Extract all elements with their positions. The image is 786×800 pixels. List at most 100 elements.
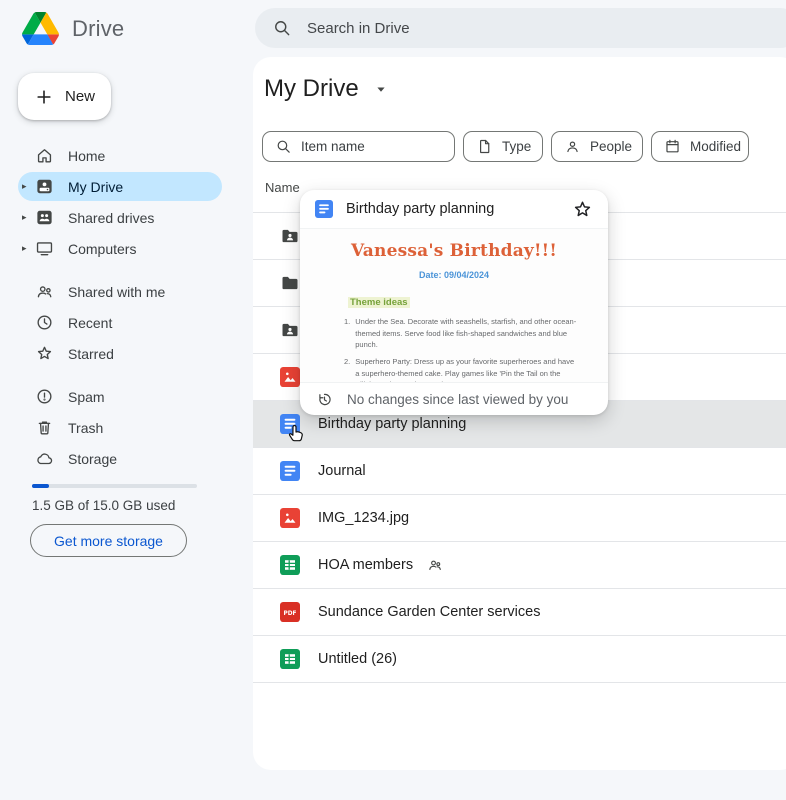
google-drive-app: Drive Search in Drive New Home▸My Drive▸… bbox=[0, 0, 786, 800]
file-name: Untitled (26) bbox=[318, 651, 397, 667]
sidebar-item-computers[interactable]: ▸ Computers bbox=[18, 234, 222, 263]
sidebar-item-label: Starred bbox=[68, 346, 114, 362]
document-thumbnail: Vanessa's Birthday!!! Date: 09/04/2024 T… bbox=[300, 228, 608, 383]
home-icon bbox=[35, 146, 54, 165]
doc-list-item: 2.Superhero Party: Dress up as your favo… bbox=[344, 356, 580, 383]
doc-list-number: 1. bbox=[344, 316, 350, 351]
sidebar-item-my-drive[interactable]: ▸ My Drive bbox=[18, 172, 222, 201]
folder-icon bbox=[280, 273, 300, 293]
sidebar-item-label: Storage bbox=[68, 451, 117, 467]
file-row-untitled-26-[interactable]: Untitled (26) bbox=[253, 636, 786, 683]
sidebar-item-label: Home bbox=[68, 148, 105, 164]
storage-icon bbox=[35, 449, 54, 468]
sidebar-item-label: Shared with me bbox=[68, 284, 165, 300]
sidebar-item-storage[interactable]: Storage bbox=[18, 444, 222, 473]
file-icon bbox=[476, 138, 493, 155]
filter-chips: Item name Type People Modified bbox=[262, 131, 749, 162]
sidebar-item-shared-with-me[interactable]: Shared with me bbox=[18, 277, 222, 306]
file-row-img-1234-jpg[interactable]: IMG_1234.jpg bbox=[253, 495, 786, 542]
svg-text:PDF: PDF bbox=[283, 611, 296, 617]
shared-people-icon bbox=[427, 557, 443, 573]
sidebar-item-label: Computers bbox=[68, 241, 136, 257]
search-icon bbox=[275, 138, 292, 155]
filter-chip-modified[interactable]: Modified bbox=[651, 131, 749, 162]
my-drive-title-dropdown[interactable]: My Drive bbox=[264, 75, 390, 103]
trash-icon bbox=[35, 418, 54, 437]
storage-progress-bar bbox=[32, 484, 197, 488]
get-more-storage-button[interactable]: Get more storage bbox=[30, 524, 187, 557]
sidebar-item-label: Recent bbox=[68, 315, 112, 331]
app-name: Drive bbox=[72, 16, 124, 42]
doc-section-wrap: Theme ideas bbox=[348, 292, 608, 310]
doc-icon bbox=[280, 461, 300, 481]
person-icon bbox=[564, 138, 581, 155]
sidebar-item-label: Spam bbox=[68, 389, 105, 405]
my-drive-icon bbox=[35, 177, 54, 196]
sidebar-item-home[interactable]: Home bbox=[18, 141, 222, 170]
storage-progress-fill bbox=[32, 484, 49, 488]
file-name: Birthday party planning bbox=[318, 416, 466, 432]
history-icon bbox=[316, 391, 333, 408]
expand-arrow-icon[interactable]: ▸ bbox=[22, 243, 35, 254]
shared-drives-icon bbox=[35, 208, 54, 227]
preview-status-text: No changes since last viewed by you bbox=[347, 392, 568, 407]
sheet-icon bbox=[280, 649, 300, 669]
shared-folder-icon bbox=[280, 226, 300, 246]
filter-chip-label: Type bbox=[502, 139, 531, 154]
shared-with-me-icon bbox=[35, 282, 54, 301]
calendar-icon bbox=[664, 138, 681, 155]
file-row-journal[interactable]: Journal bbox=[253, 448, 786, 495]
filter-chip-type[interactable]: Type bbox=[463, 131, 543, 162]
name-column-header[interactable]: Name bbox=[265, 180, 300, 195]
filter-chip-label: People bbox=[590, 139, 632, 154]
preview-title: Birthday party planning bbox=[346, 201, 559, 217]
pdf-icon: PDF bbox=[280, 602, 300, 622]
expand-arrow-icon[interactable]: ▸ bbox=[22, 212, 35, 223]
image-icon bbox=[280, 508, 300, 528]
computers-icon bbox=[35, 239, 54, 258]
drive-brand: Drive bbox=[22, 12, 124, 45]
page-title: My Drive bbox=[264, 75, 359, 103]
storage-usage-label: 1.5 GB of 15.0 GB used bbox=[32, 498, 175, 513]
sidebar-item-recent[interactable]: Recent bbox=[18, 308, 222, 337]
file-row-hoa-members[interactable]: HOA members bbox=[253, 542, 786, 589]
chevron-down-icon bbox=[372, 80, 390, 98]
sidebar-nav: Home ▸ My Drive ▸ Shared drives ▸ Computers Sha… bbox=[18, 141, 222, 475]
doc-icon bbox=[280, 414, 300, 434]
google-doc-icon bbox=[315, 200, 333, 218]
file-preview-card: Birthday party planning Vanessa's Birthd… bbox=[300, 190, 608, 415]
filter-chip-people[interactable]: People bbox=[551, 131, 643, 162]
file-name: Sundance Garden Center services bbox=[318, 604, 540, 620]
doc-numbered-list: 1.Under the Sea. Decorate with seashells… bbox=[344, 316, 580, 383]
sidebar-item-label: My Drive bbox=[68, 179, 123, 195]
star-outline-icon[interactable] bbox=[572, 199, 593, 220]
doc-section-heading: Theme ideas bbox=[348, 297, 410, 308]
preview-header: Birthday party planning bbox=[300, 190, 608, 228]
image-icon bbox=[280, 367, 300, 387]
sidebar-item-label: Trash bbox=[68, 420, 103, 436]
doc-heading: Vanessa's Birthday!!! bbox=[300, 241, 608, 261]
sidebar-item-spam[interactable]: Spam bbox=[18, 382, 222, 411]
starred-icon bbox=[35, 344, 54, 363]
sidebar-item-label: Shared drives bbox=[68, 210, 154, 226]
file-row-sundance-garden-center-services[interactable]: PDF Sundance Garden Center services bbox=[253, 589, 786, 636]
doc-date-line: Date: 09/04/2024 bbox=[300, 270, 608, 280]
preview-footer: No changes since last viewed by you bbox=[300, 383, 608, 415]
recent-icon bbox=[35, 313, 54, 332]
plus-icon bbox=[34, 87, 54, 107]
filter-chip-label: Item name bbox=[301, 139, 365, 154]
new-button[interactable]: New bbox=[18, 73, 111, 120]
search-icon bbox=[272, 18, 292, 38]
sheet-icon bbox=[280, 555, 300, 575]
sidebar-item-trash[interactable]: Trash bbox=[18, 413, 222, 442]
expand-arrow-icon[interactable]: ▸ bbox=[22, 181, 35, 192]
search-bar[interactable]: Search in Drive bbox=[255, 8, 786, 48]
file-name: Journal bbox=[318, 463, 366, 479]
doc-list-item: 1.Under the Sea. Decorate with seashells… bbox=[344, 316, 580, 351]
filter-chip-item-name[interactable]: Item name bbox=[262, 131, 455, 162]
file-name: IMG_1234.jpg bbox=[318, 510, 409, 526]
sidebar-item-shared-drives[interactable]: ▸ Shared drives bbox=[18, 203, 222, 232]
sidebar-item-starred[interactable]: Starred bbox=[18, 339, 222, 368]
doc-list-text: Under the Sea. Decorate with seashells, … bbox=[355, 316, 580, 351]
spam-icon bbox=[35, 387, 54, 406]
